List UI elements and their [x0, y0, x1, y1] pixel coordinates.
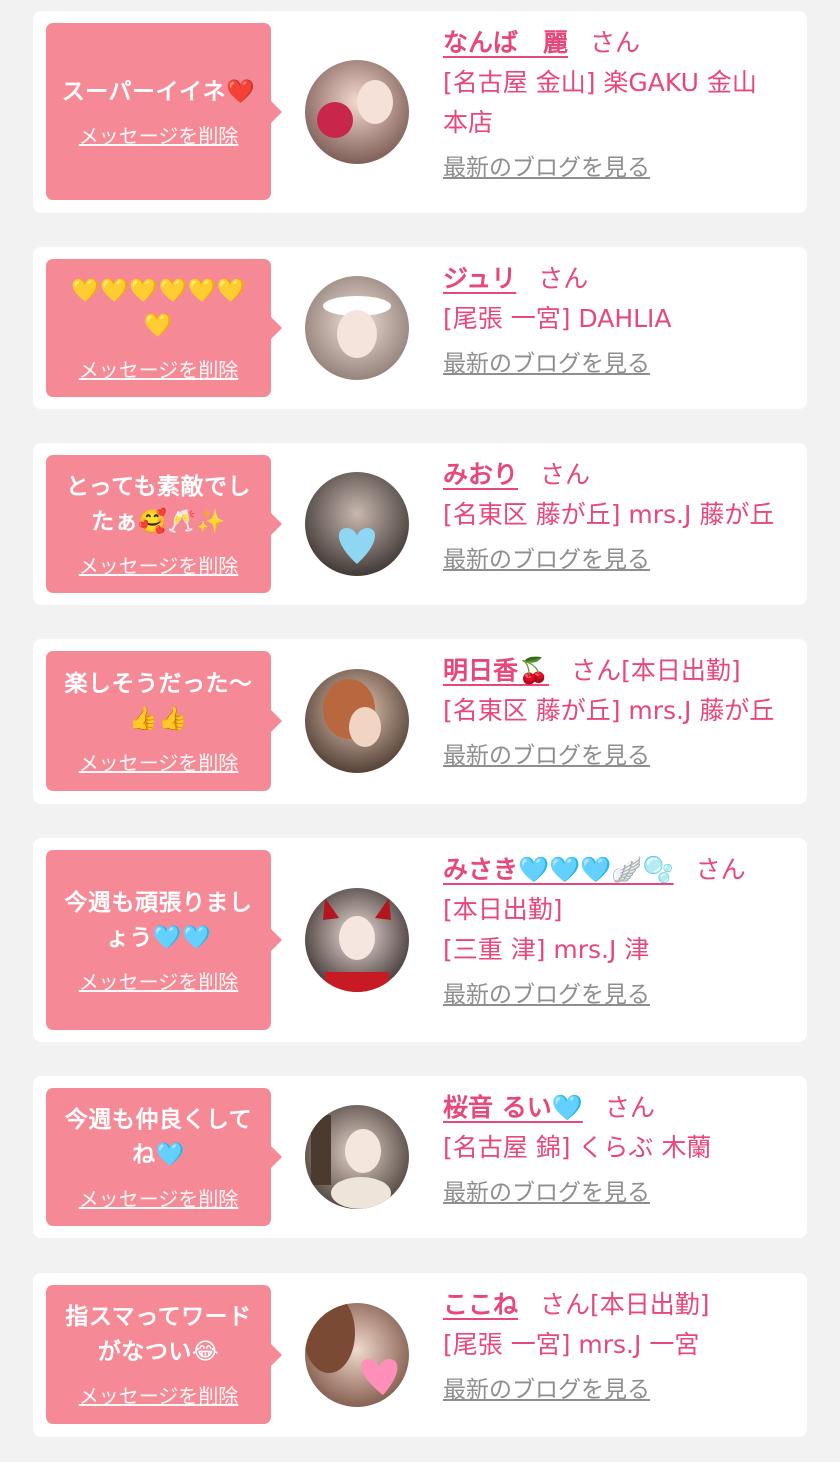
avatar[interactable]: [305, 60, 409, 164]
view-blog-link[interactable]: 最新のブログを見る: [443, 1176, 650, 1210]
list-item: 💛💛💛💛💛💛💛 メッセージを削除 ジュリ さん [尾張 一宮] DAHLIA 最新…: [33, 247, 807, 409]
honorific: さん[本日出勤]: [540, 1290, 710, 1319]
profile-name-link[interactable]: なんば 麗: [443, 28, 568, 57]
profile-info: 桜音 るい🩵 さん [名古屋 錦] くらぶ 木蘭 最新のブログを見る: [443, 1088, 795, 1210]
message-text: スーパーイイネ❤️: [61, 78, 256, 105]
delete-message-link[interactable]: メッセージを削除: [79, 354, 239, 383]
list-item: 今週も仲良くしてね🩵 メッセージを削除 桜音 るい🩵 さん [名古屋 錦] くらぶ…: [33, 1076, 807, 1238]
shop-line: [名東区 藤が丘] mrs.J 藤が丘: [443, 696, 775, 725]
view-blog-link[interactable]: 最新のブログを見る: [443, 978, 650, 1012]
message-bubble: スーパーイイネ❤️ メッセージを削除: [46, 23, 282, 200]
view-blog-link[interactable]: 最新のブログを見る: [443, 739, 650, 773]
message-text: 指スマってワードがなつい😂: [65, 1304, 252, 1365]
avatar[interactable]: [305, 1105, 409, 1209]
delete-message-link[interactable]: メッセージを削除: [79, 747, 239, 776]
avatar[interactable]: [305, 1303, 409, 1407]
message-bubble: 今週も頑張りましょう🩵🩵 メッセージを削除: [46, 850, 282, 1030]
profile-name-link[interactable]: 桜音 るい🩵: [443, 1093, 583, 1122]
honorific: さん[本日出勤]: [571, 656, 741, 685]
profile-name-link[interactable]: ジュリ: [443, 264, 516, 293]
avatar[interactable]: [305, 669, 409, 773]
profile-info: なんば 麗さん [名古屋 金山] 楽GAKU 金山 本店 最新のブログを見る: [443, 23, 795, 185]
shop-line: [名古屋 錦] くらぶ 木蘭: [443, 1133, 712, 1162]
list-item: とっても素敵でしたぁ🥰🥂✨ メッセージを削除 みおり さん [名東区 藤が丘] m…: [33, 443, 807, 605]
list-item: 楽しそうだった〜👍👍 メッセージを削除 明日香🍒 さん[本日出勤] [名東区 藤が…: [33, 639, 807, 804]
delete-message-link[interactable]: メッセージを削除: [79, 1183, 239, 1212]
status-line: [本日出勤]: [443, 895, 563, 924]
shop-line: [三重 津] mrs.J 津: [443, 935, 650, 964]
message-bubble: とっても素敵でしたぁ🥰🥂✨ メッセージを削除: [46, 455, 282, 593]
message-bubble: 楽しそうだった〜👍👍 メッセージを削除: [46, 651, 282, 791]
profile-info: 明日香🍒 さん[本日出勤] [名東区 藤が丘] mrs.J 藤が丘 最新のブログを…: [443, 651, 795, 773]
message-text: 今週も頑張りましょう🩵🩵: [64, 889, 253, 951]
profile-info: みおり さん [名東区 藤が丘] mrs.J 藤が丘 最新のブログを見る: [443, 455, 795, 577]
honorific: さん: [604, 1093, 655, 1122]
message-text: 今週も仲良くしてね🩵: [64, 1106, 253, 1168]
message-text: とっても素敵でしたぁ🥰🥂✨: [65, 473, 251, 535]
list-item: 指スマってワードがなつい😂 メッセージを削除 ここね さん[本日出勤] [尾張 一…: [33, 1273, 807, 1437]
shop-line: [尾張 一宮] DAHLIA: [443, 304, 672, 333]
message-bubble: 今週も仲良くしてね🩵 メッセージを削除: [46, 1088, 282, 1226]
profile-name-link[interactable]: ここね: [443, 1290, 518, 1319]
view-blog-link[interactable]: 最新のブログを見る: [443, 1373, 650, 1407]
view-blog-link[interactable]: 最新のブログを見る: [443, 543, 650, 577]
shop-line: [名古屋 金山] 楽GAKU 金山: [443, 68, 757, 97]
delete-message-link[interactable]: メッセージを削除: [79, 1380, 239, 1409]
delete-message-link[interactable]: メッセージを削除: [79, 120, 239, 149]
delete-message-link[interactable]: メッセージを削除: [79, 550, 239, 579]
shop-line: [名東区 藤が丘] mrs.J 藤が丘: [443, 500, 775, 529]
message-text: 💛💛💛💛💛💛💛: [71, 277, 246, 339]
avatar[interactable]: [305, 472, 409, 576]
notification-list: スーパーイイネ❤️ メッセージを削除 なんば 麗さん [名古屋 金山] 楽GAK…: [0, 0, 840, 1462]
shop-line: 本店: [443, 108, 494, 137]
honorific: さん: [590, 28, 641, 57]
honorific: さん: [540, 460, 591, 489]
list-item: 今週も頑張りましょう🩵🩵 メッセージを削除 みさき🩵🩵🩵🪽🫧 さん [本日出勤] …: [33, 838, 807, 1042]
profile-name-link[interactable]: みさき🩵🩵🩵🪽🫧: [443, 855, 674, 884]
message-text: 楽しそうだった〜👍👍: [64, 670, 253, 732]
avatar[interactable]: [305, 888, 409, 992]
profile-info: ジュリ さん [尾張 一宮] DAHLIA 最新のブログを見る: [443, 259, 795, 381]
view-blog-link[interactable]: 最新のブログを見る: [443, 151, 650, 185]
avatar[interactable]: [305, 276, 409, 380]
shop-line: [尾張 一宮] mrs.J 一宮: [443, 1330, 700, 1359]
profile-name-link[interactable]: 明日香🍒: [443, 656, 549, 685]
profile-name-link[interactable]: みおり: [443, 460, 518, 489]
message-bubble: 💛💛💛💛💛💛💛 メッセージを削除: [46, 259, 282, 397]
honorific: さん: [695, 855, 746, 884]
delete-message-link[interactable]: メッセージを削除: [79, 966, 239, 995]
honorific: さん: [538, 264, 589, 293]
list-item: スーパーイイネ❤️ メッセージを削除 なんば 麗さん [名古屋 金山] 楽GAK…: [33, 11, 807, 213]
view-blog-link[interactable]: 最新のブログを見る: [443, 347, 650, 381]
message-bubble: 指スマってワードがなつい😂 メッセージを削除: [46, 1285, 282, 1424]
profile-info: みさき🩵🩵🩵🪽🫧 さん [本日出勤] [三重 津] mrs.J 津 最新のブログを…: [443, 850, 795, 1012]
profile-info: ここね さん[本日出勤] [尾張 一宮] mrs.J 一宮 最新のブログを見る: [443, 1285, 795, 1407]
